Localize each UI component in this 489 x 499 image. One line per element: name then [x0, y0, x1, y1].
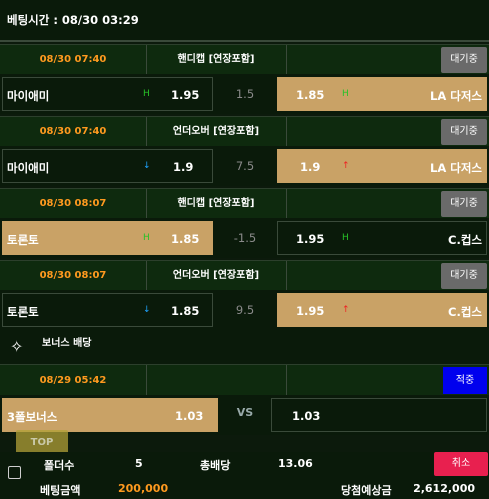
vs-label: VS: [236, 406, 254, 419]
bonus-name: 3폴보너스: [7, 410, 58, 424]
status-button[interactable]: 대기중: [441, 263, 487, 289]
away-odds-cell[interactable]: 1.9 ↑ LA 다저스: [277, 149, 487, 183]
handicap-icon: H: [342, 233, 349, 243]
status-button[interactable]: 대기중: [441, 191, 487, 217]
away-odds: 1.95: [296, 304, 325, 318]
handicap-icon: H: [143, 233, 150, 243]
bonus-away-cell[interactable]: 1.03: [271, 398, 487, 432]
market-type: 핸디캡 [연장포함]: [146, 189, 287, 218]
home-odds: 1.85: [171, 232, 200, 246]
expected-win-label: 당첨예상금: [341, 484, 392, 497]
bonus-odds: 1.03: [175, 409, 204, 423]
bet-time: 베팅시간 : 08/30 03:29: [7, 13, 139, 27]
home-team: 토론토: [7, 233, 39, 247]
bonus-odds-cell[interactable]: 3폴보너스 1.03: [2, 398, 218, 432]
base-line: -1.5: [233, 231, 257, 245]
home-team: 토론토: [7, 305, 39, 319]
base-line: 1.5: [235, 87, 255, 101]
home-odds-cell[interactable]: 마이애미 H 1.95: [2, 77, 213, 111]
home-team: 마이애미: [7, 161, 50, 175]
away-team: C.컵스: [448, 233, 482, 247]
base-line: 9.5: [235, 303, 255, 317]
bet-amount-label: 베팅금액: [40, 484, 81, 497]
market-header: 08/30 08:07 핸디캡 [연장포함] 대기중: [0, 188, 489, 218]
arrow-up-icon: ↑: [342, 161, 350, 171]
away-odds: 1.85: [296, 88, 325, 102]
match-time: 08/30 08:07: [0, 261, 147, 290]
status-button[interactable]: 대기중: [441, 119, 487, 145]
match-time: 08/30 07:40: [0, 117, 147, 146]
handicap-icon: H: [342, 89, 349, 99]
bet-amount: 200,000: [118, 482, 169, 495]
away-odds: 1.9: [300, 160, 321, 174]
away-odds-cell[interactable]: 1.95 ↑ C.컵스: [277, 293, 487, 327]
bonus-time: 08/29 05:42: [0, 365, 147, 395]
bet-time-header: 베팅시간 : 08/30 03:29: [0, 0, 489, 42]
select-all-checkbox[interactable]: [8, 466, 21, 479]
market-header: 08/30 07:40 핸디캡 [연장포함] 대기중: [0, 44, 489, 74]
sparkle-icon: ✧: [10, 337, 24, 356]
home-odds: 1.9: [173, 160, 194, 174]
bonus-row: 3폴보너스 1.03 VS 1.03: [0, 395, 489, 435]
market-header: 08/30 07:40 언더오버 [연장포함] 대기중: [0, 116, 489, 146]
away-team: LA 다저스: [430, 89, 482, 103]
arrow-up-icon: ↑: [342, 305, 350, 315]
bonus-away-odds: 1.03: [292, 409, 321, 423]
match-time: 08/30 07:40: [0, 45, 147, 74]
expected-win: 2,612,000: [413, 482, 475, 495]
odds-row: 토론토 ↓ 1.85 9.5 1.95 ↑ C.컵스: [0, 290, 489, 330]
market-type: 언더오버 [연장포함]: [146, 117, 287, 146]
home-odds-cell[interactable]: 토론토 ↓ 1.85: [2, 293, 213, 327]
odds-row: 토론토 H 1.85 -1.5 1.95 H C.컵스: [0, 218, 489, 258]
home-odds-cell[interactable]: 마이애미 ↓ 1.9: [2, 149, 213, 183]
base-line: 7.5: [235, 159, 255, 173]
market-type: 언더오버 [연장포함]: [146, 261, 287, 290]
bonus-market: [146, 365, 287, 395]
odds-row: 마이애미 ↓ 1.9 7.5 1.9 ↑ LA 다저스: [0, 146, 489, 186]
arrow-down-icon: ↓: [143, 161, 151, 171]
away-odds-cell[interactable]: 1.85 H LA 다저스: [277, 77, 487, 111]
away-odds-cell[interactable]: 1.95 H C.컵스: [277, 221, 487, 255]
cancel-button[interactable]: 취소: [434, 452, 488, 476]
match-time: 08/30 08:07: [0, 189, 147, 218]
home-team: 마이애미: [7, 89, 50, 103]
bonus-label: 보너스 배당: [42, 338, 92, 349]
away-odds: 1.95: [296, 232, 325, 246]
bonus-header: 08/29 05:42 적중: [0, 364, 489, 395]
bonus-section: ✧ 보너스 배당: [0, 330, 489, 364]
hit-status-button[interactable]: 적중: [443, 367, 487, 394]
status-button[interactable]: 대기중: [441, 47, 487, 73]
handicap-icon: H: [143, 89, 150, 99]
away-team: C.컵스: [448, 305, 482, 319]
home-odds-cell[interactable]: 토론토 H 1.85: [2, 221, 213, 255]
away-team: LA 다저스: [430, 161, 482, 175]
folder-count-label: 폴더수: [44, 459, 75, 472]
folder-count: 5: [135, 457, 143, 470]
total-odds-label: 총배당: [200, 459, 231, 472]
home-odds: 1.85: [171, 304, 200, 318]
home-odds: 1.95: [171, 88, 200, 102]
bet-summary: 폴더수 5 총배당 13.06 취소 베팅금액 200,000 당첨예상금 2,…: [0, 452, 489, 499]
market-type: 핸디캡 [연장포함]: [146, 45, 287, 74]
odds-row: 마이애미 H 1.95 1.5 1.85 H LA 다저스: [0, 74, 489, 114]
total-odds: 13.06: [278, 457, 313, 470]
arrow-down-icon: ↓: [143, 305, 151, 315]
market-header: 08/30 08:07 언더오버 [연장포함] 대기중: [0, 260, 489, 290]
